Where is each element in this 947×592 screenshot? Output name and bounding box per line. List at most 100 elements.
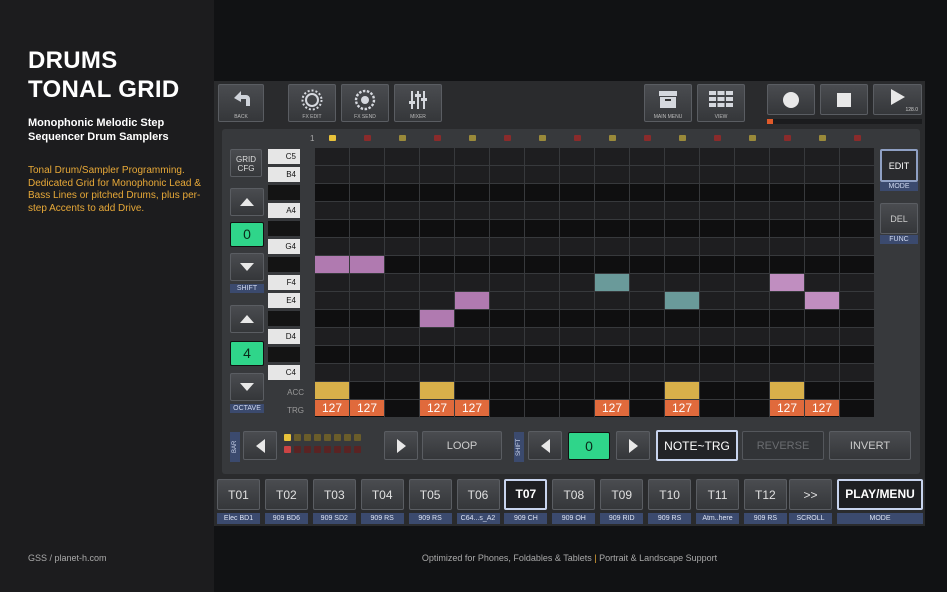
grid-cell[interactable] bbox=[350, 202, 384, 219]
note-event[interactable] bbox=[665, 292, 699, 309]
accent-step[interactable] bbox=[665, 382, 699, 399]
grid-cell[interactable] bbox=[315, 166, 349, 183]
trg-cell[interactable] bbox=[630, 400, 664, 417]
grid-cell[interactable] bbox=[805, 328, 839, 345]
grid-cell[interactable] bbox=[700, 364, 734, 381]
grid-cell[interactable] bbox=[385, 184, 419, 201]
acc-cell[interactable] bbox=[525, 382, 559, 399]
grid-cfg-button[interactable]: GRID CFG bbox=[230, 149, 262, 177]
grid-cell[interactable] bbox=[630, 184, 664, 201]
grid-cell[interactable] bbox=[525, 364, 559, 381]
grid-cell[interactable] bbox=[525, 346, 559, 363]
grid-cell[interactable] bbox=[420, 328, 454, 345]
grid-cell[interactable] bbox=[490, 220, 524, 237]
grid-cell[interactable] bbox=[385, 364, 419, 381]
trigger-step[interactable]: 127 bbox=[350, 400, 384, 416]
track-button-t06[interactable]: T06 bbox=[456, 479, 500, 510]
grid-cell[interactable] bbox=[525, 148, 559, 165]
grid-cell[interactable] bbox=[525, 310, 559, 327]
grid-cell[interactable] bbox=[805, 256, 839, 273]
grid-cell[interactable] bbox=[350, 328, 384, 345]
grid-cell[interactable] bbox=[630, 364, 664, 381]
grid-cell[interactable] bbox=[630, 256, 664, 273]
edit-mode-button[interactable]: EDIT bbox=[880, 149, 918, 182]
trg-cell[interactable] bbox=[490, 400, 524, 417]
grid-cell[interactable] bbox=[525, 202, 559, 219]
grid-cell[interactable] bbox=[560, 346, 594, 363]
grid-cell[interactable] bbox=[350, 148, 384, 165]
shift-next-button[interactable] bbox=[616, 431, 650, 460]
grid-cell[interactable] bbox=[350, 184, 384, 201]
reverse-button[interactable]: REVERSE bbox=[742, 431, 824, 460]
grid-cell[interactable] bbox=[490, 148, 524, 165]
trg-cell[interactable] bbox=[385, 400, 419, 417]
grid-cell[interactable] bbox=[420, 274, 454, 291]
track-button-t05[interactable]: T05 bbox=[408, 479, 452, 510]
mixer-button[interactable]: MIXER bbox=[394, 84, 442, 122]
grid-cell[interactable] bbox=[665, 148, 699, 165]
track-button-t02[interactable]: T02 bbox=[264, 479, 308, 510]
grid-cell[interactable] bbox=[595, 292, 629, 309]
grid-cell[interactable] bbox=[805, 274, 839, 291]
grid-cell[interactable] bbox=[665, 256, 699, 273]
trg-cell[interactable] bbox=[700, 400, 734, 417]
grid-cell[interactable] bbox=[770, 256, 804, 273]
grid-cell[interactable] bbox=[630, 166, 664, 183]
grid-cell[interactable] bbox=[770, 328, 804, 345]
grid-cell[interactable] bbox=[420, 220, 454, 237]
grid-cell[interactable] bbox=[385, 310, 419, 327]
grid-cell[interactable] bbox=[315, 292, 349, 309]
octave-down-button[interactable] bbox=[230, 373, 264, 401]
trg-cell[interactable] bbox=[735, 400, 769, 417]
grid-cell[interactable] bbox=[700, 202, 734, 219]
grid-cell[interactable] bbox=[735, 256, 769, 273]
grid-cell[interactable] bbox=[420, 166, 454, 183]
grid-cell[interactable] bbox=[455, 220, 489, 237]
grid-cell[interactable] bbox=[665, 310, 699, 327]
grid-cell[interactable] bbox=[735, 184, 769, 201]
trg-cell[interactable] bbox=[560, 400, 594, 417]
main-menu-button[interactable]: MAIN MENU bbox=[644, 84, 692, 122]
grid-cell[interactable] bbox=[455, 238, 489, 255]
grid-cell[interactable] bbox=[455, 202, 489, 219]
grid-cell[interactable] bbox=[315, 274, 349, 291]
grid-cell[interactable] bbox=[490, 310, 524, 327]
grid-cell[interactable] bbox=[805, 364, 839, 381]
grid-cell[interactable] bbox=[560, 328, 594, 345]
acc-cell[interactable] bbox=[350, 382, 384, 399]
back-button[interactable]: BACK bbox=[218, 84, 264, 122]
accent-step[interactable] bbox=[315, 382, 349, 399]
invert-button[interactable]: INVERT bbox=[829, 431, 911, 460]
grid-cell[interactable] bbox=[420, 292, 454, 309]
grid-cell[interactable] bbox=[525, 184, 559, 201]
grid-cell[interactable] bbox=[350, 220, 384, 237]
grid-cell[interactable] bbox=[525, 328, 559, 345]
note-event[interactable] bbox=[770, 274, 804, 291]
grid-cell[interactable] bbox=[700, 148, 734, 165]
grid-cell[interactable] bbox=[595, 220, 629, 237]
grid-cell[interactable] bbox=[735, 148, 769, 165]
grid-cell[interactable] bbox=[805, 202, 839, 219]
grid-cell[interactable] bbox=[315, 238, 349, 255]
grid-cell[interactable] bbox=[735, 346, 769, 363]
fx-send-button[interactable]: FX SEND bbox=[341, 84, 389, 122]
grid-cell[interactable] bbox=[735, 328, 769, 345]
grid-cell[interactable] bbox=[840, 184, 874, 201]
grid-cell[interactable] bbox=[665, 184, 699, 201]
grid-cell[interactable] bbox=[840, 328, 874, 345]
grid-cell[interactable] bbox=[770, 148, 804, 165]
acc-cell[interactable] bbox=[735, 382, 769, 399]
grid-cell[interactable] bbox=[700, 184, 734, 201]
grid-cell[interactable] bbox=[385, 202, 419, 219]
grid-cell[interactable] bbox=[350, 238, 384, 255]
note-event[interactable] bbox=[315, 256, 349, 273]
grid-cell[interactable] bbox=[420, 364, 454, 381]
grid-cell[interactable] bbox=[665, 238, 699, 255]
track-button-t09[interactable]: T09 bbox=[600, 479, 644, 510]
grid-cell[interactable] bbox=[805, 238, 839, 255]
grid-cell[interactable] bbox=[315, 346, 349, 363]
grid-cell[interactable] bbox=[630, 346, 664, 363]
trigger-step[interactable]: 127 bbox=[420, 400, 454, 416]
note-event[interactable] bbox=[420, 310, 454, 327]
grid-cell[interactable] bbox=[455, 256, 489, 273]
